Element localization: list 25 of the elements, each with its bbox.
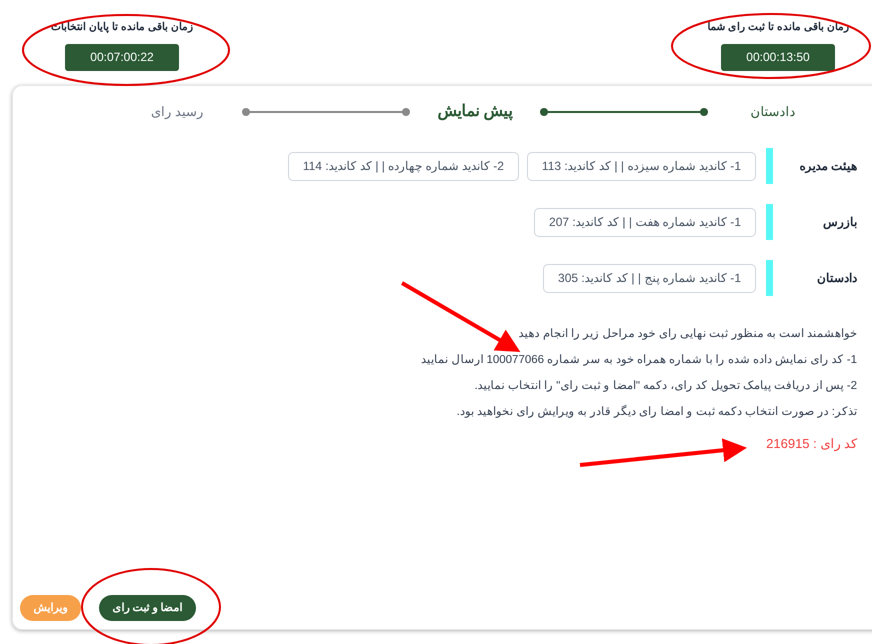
- candidate-chip: 1- کاندید شماره پنج | | کد کاندید: 305: [543, 264, 756, 292]
- section-marker: [766, 148, 773, 184]
- vote-code: کد رای : 216915: [766, 435, 857, 454]
- candidate-chip: 1- کاندید شماره هفت | | کد کاندید: 207: [534, 208, 756, 236]
- instruction-text: 2- پس از دریافت پیامک تحویل کد رای، دکمه "امضا و ثبت رای" را انتخاب نمایید.: [474, 379, 857, 394]
- step-connector-icon: [539, 107, 709, 117]
- timer-label: زمان باقی مانده تا ثبت رای شما: [707, 20, 849, 35]
- step-label: دادستان: [750, 103, 796, 122]
- candidate-chip: 2- کاندید شماره چهارده | | کد کاندید: 114: [288, 152, 519, 180]
- candidate-chip: 1- کاندید شماره سیزده | | کد کاندید: 113: [526, 152, 756, 180]
- section-title: بازرس: [822, 214, 857, 231]
- section-title: هیئت مدیره: [798, 158, 857, 175]
- instruction-text: خواهشمند است به منظور ثبت نهایی رای خود مراحل زیر را انجام دهید: [518, 327, 857, 342]
- section-title: دادستان: [816, 270, 857, 287]
- sign-submit-button[interactable]: امضا و ثبت رای: [99, 595, 196, 621]
- timer-label: زمان باقی مانده تا پایان انتخابات: [51, 20, 193, 35]
- step-label: پیش نمایش: [436, 102, 514, 122]
- step-connector-icon: [241, 107, 411, 117]
- countdown-timer: 00:00:13:50: [721, 44, 835, 71]
- instruction-text: تذکر: در صورت انتخاب دکمه ثبت و امضا رای دیگر قادر به ویرایش رای نخواهید بود.: [456, 404, 857, 420]
- section-marker: [766, 260, 773, 296]
- countdown-timer: 00:07:00:22: [65, 44, 179, 71]
- instruction-text: 1- کد رای نمایش داده شده را با شماره همراه خود به سر شماره 100077066 ارسال نمایید: [421, 353, 857, 368]
- section-marker: [766, 204, 773, 240]
- step-label: رسید رای: [150, 103, 204, 122]
